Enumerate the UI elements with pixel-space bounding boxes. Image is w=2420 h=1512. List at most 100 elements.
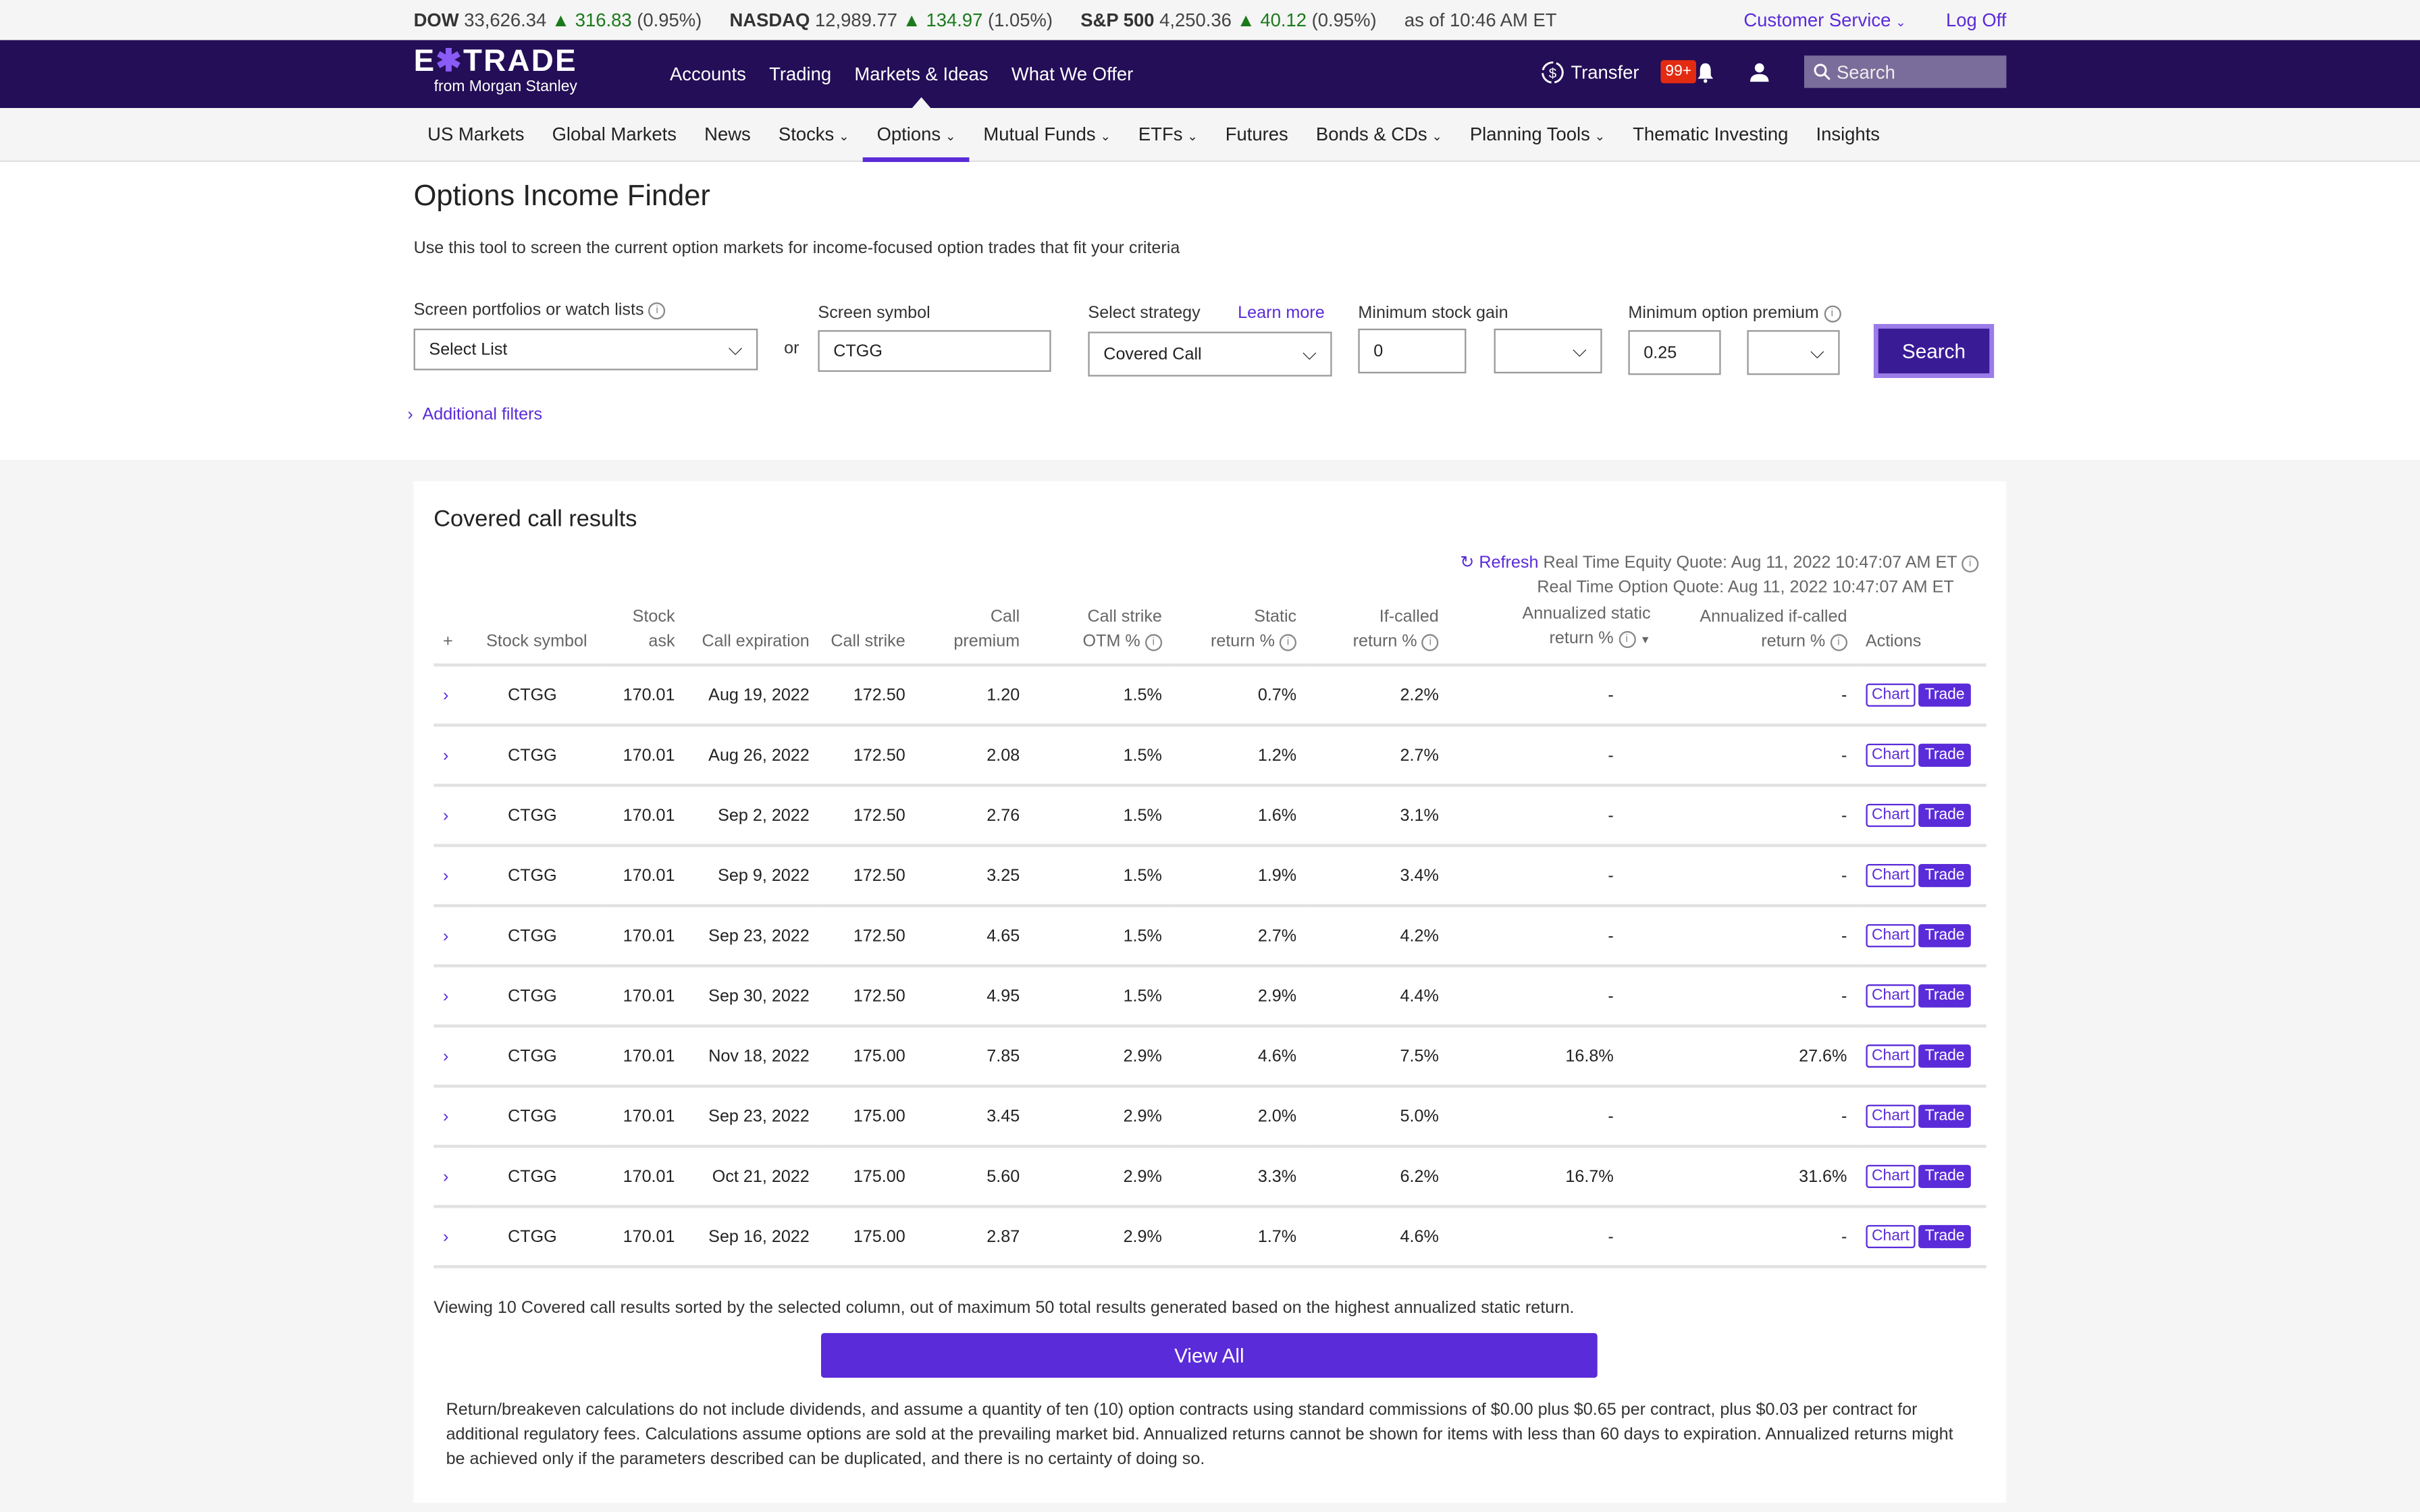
strategy-select[interactable]: Covered Call ⌵: [1088, 331, 1332, 377]
trade-button[interactable]: Trade: [1918, 803, 1971, 828]
portfolio-select[interactable]: Select List ⌵: [413, 328, 758, 371]
cell-call-expiration: Oct 21, 2022: [684, 1146, 819, 1208]
subnav-bonds-cds[interactable]: Bonds & CDs ⌄: [1302, 108, 1456, 161]
min-stock-gain-unit-select[interactable]: ⌵: [1494, 328, 1602, 374]
cell-stock-ask: 170.01: [604, 905, 685, 968]
chart-button[interactable]: Chart: [1865, 683, 1916, 707]
log-off-link[interactable]: Log Off: [1946, 9, 2006, 31]
info-icon[interactable]: i: [1962, 554, 1979, 572]
additional-filters-toggle[interactable]: › Additional filters: [407, 406, 542, 424]
col-if-called-return[interactable]: If-called return % i: [1305, 601, 1448, 667]
trade-button[interactable]: Trade: [1918, 863, 1971, 888]
cell-expand[interactable]: ›: [433, 725, 477, 787]
subnav-options[interactable]: Options ⌄: [862, 108, 970, 162]
col-call-premium[interactable]: Call premium: [914, 601, 1029, 667]
header-line-2: return %: [1549, 629, 1614, 648]
expand-row-chevron-icon[interactable]: ›: [443, 806, 448, 824]
subnav-etfs[interactable]: ETFs ⌄: [1124, 108, 1211, 161]
info-icon[interactable]: i: [1145, 633, 1162, 651]
cell-call-strike-otm: 2.9%: [1028, 1146, 1172, 1208]
expand-row-chevron-icon[interactable]: ›: [443, 987, 448, 1005]
expand-row-chevron-icon[interactable]: ›: [443, 866, 448, 884]
info-icon[interactable]: i: [648, 302, 666, 319]
chart-button[interactable]: Chart: [1865, 1044, 1916, 1068]
subnav-label: Stocks: [778, 123, 835, 145]
chart-button[interactable]: Chart: [1865, 1164, 1916, 1188]
chart-button[interactable]: Chart: [1865, 984, 1916, 1008]
customer-service-link[interactable]: Customer Service ⌄: [1743, 9, 1905, 31]
info-icon[interactable]: i: [1823, 304, 1841, 322]
cell-expand[interactable]: ›: [433, 1146, 477, 1208]
cell-expand[interactable]: ›: [433, 845, 477, 907]
expand-row-chevron-icon[interactable]: ›: [443, 927, 448, 945]
min-stock-gain-input[interactable]: 0: [1358, 328, 1467, 374]
nav-accounts[interactable]: Accounts: [670, 63, 746, 85]
trade-button[interactable]: Trade: [1918, 1224, 1971, 1249]
etrade-logo[interactable]: E✱TRADE from Morgan Stanley: [414, 47, 577, 96]
cell-expand[interactable]: ›: [433, 1206, 477, 1268]
col-stock-ask[interactable]: Stock ask: [604, 601, 685, 667]
expand-row-chevron-icon[interactable]: ›: [443, 1107, 448, 1125]
search-button[interactable]: Search: [1873, 323, 1995, 378]
trade-button[interactable]: Trade: [1918, 1044, 1971, 1068]
expand-row-chevron-icon[interactable]: ›: [443, 686, 448, 704]
global-search-input[interactable]: Search: [1804, 55, 2007, 88]
trade-button[interactable]: Trade: [1918, 683, 1971, 707]
expand-row-chevron-icon[interactable]: ›: [443, 746, 448, 764]
col-static-return[interactable]: Static return % i: [1171, 601, 1306, 667]
info-icon[interactable]: i: [1279, 633, 1297, 651]
col-call-expiration[interactable]: Call expiration: [684, 601, 819, 667]
subnav-planning-tools[interactable]: Planning Tools ⌄: [1456, 108, 1619, 161]
expand-row-chevron-icon[interactable]: ›: [443, 1167, 448, 1185]
expand-row-chevron-icon[interactable]: ›: [443, 1047, 448, 1065]
cell-expand[interactable]: ›: [433, 1025, 477, 1088]
subnav-futures[interactable]: Futures: [1211, 108, 1302, 161]
col-annualized-if-called-return[interactable]: Annualized if-called return % i: [1660, 601, 1857, 667]
cell-expand[interactable]: ›: [433, 785, 477, 847]
notifications-button[interactable]: 99+: [1660, 60, 1714, 84]
subnav-stocks[interactable]: Stocks ⌄: [764, 108, 863, 161]
subnav-news[interactable]: News: [691, 108, 765, 161]
subnav-insights[interactable]: Insights: [1802, 108, 1894, 161]
cell-call-expiration: Sep 2, 2022: [684, 785, 819, 847]
subnav-global-markets[interactable]: Global Markets: [538, 108, 691, 161]
transfer-button[interactable]: $ Transfer: [1540, 59, 1639, 84]
subnav-thematic-investing[interactable]: Thematic Investing: [1619, 108, 1802, 161]
expand-all-header[interactable]: +: [433, 601, 477, 667]
cell-expand[interactable]: ›: [433, 905, 477, 968]
chart-button[interactable]: Chart: [1865, 803, 1916, 828]
chart-button[interactable]: Chart: [1865, 1104, 1916, 1128]
info-icon[interactable]: i: [1618, 630, 1635, 648]
cell-expand[interactable]: ›: [433, 1086, 477, 1148]
refresh-button[interactable]: ↻ Refresh: [1460, 554, 1538, 572]
trade-button[interactable]: Trade: [1918, 924, 1971, 948]
chart-button[interactable]: Chart: [1865, 924, 1916, 948]
user-profile-icon[interactable]: [1749, 61, 1770, 82]
trade-button[interactable]: Trade: [1918, 984, 1971, 1008]
info-icon[interactable]: i: [1830, 633, 1847, 651]
col-call-strike[interactable]: Call strike: [818, 601, 915, 667]
subnav-mutual-funds[interactable]: Mutual Funds ⌄: [970, 108, 1124, 161]
expand-row-chevron-icon[interactable]: ›: [443, 1227, 448, 1245]
trade-button[interactable]: Trade: [1918, 743, 1971, 767]
min-premium-unit-select[interactable]: ⌵: [1747, 330, 1840, 375]
trade-button[interactable]: Trade: [1918, 1104, 1971, 1128]
min-premium-input[interactable]: 0.25: [1628, 330, 1721, 375]
chart-button[interactable]: Chart: [1865, 1224, 1916, 1249]
learn-more-link[interactable]: Learn more: [1238, 304, 1325, 322]
col-annualized-static-return[interactable]: Annualized static return % i ▼: [1448, 601, 1660, 667]
trade-button[interactable]: Trade: [1918, 1164, 1971, 1188]
col-call-strike-otm[interactable]: Call strike OTM % i: [1028, 601, 1172, 667]
symbol-input[interactable]: CTGG: [818, 330, 1051, 372]
col-stock-symbol[interactable]: Stock symbol: [477, 601, 604, 667]
cell-expand[interactable]: ›: [433, 965, 477, 1028]
nav-what-we-offer[interactable]: What We Offer: [1011, 63, 1133, 85]
cell-expand[interactable]: ›: [433, 665, 477, 727]
info-icon[interactable]: i: [1421, 633, 1439, 651]
subnav-us-markets[interactable]: US Markets: [414, 108, 538, 161]
view-all-button[interactable]: View All: [820, 1332, 1598, 1378]
chart-button[interactable]: Chart: [1865, 743, 1916, 767]
nav-trading[interactable]: Trading: [769, 63, 831, 85]
nav-markets-ideas[interactable]: Markets & Ideas: [854, 63, 989, 108]
chart-button[interactable]: Chart: [1865, 863, 1916, 888]
